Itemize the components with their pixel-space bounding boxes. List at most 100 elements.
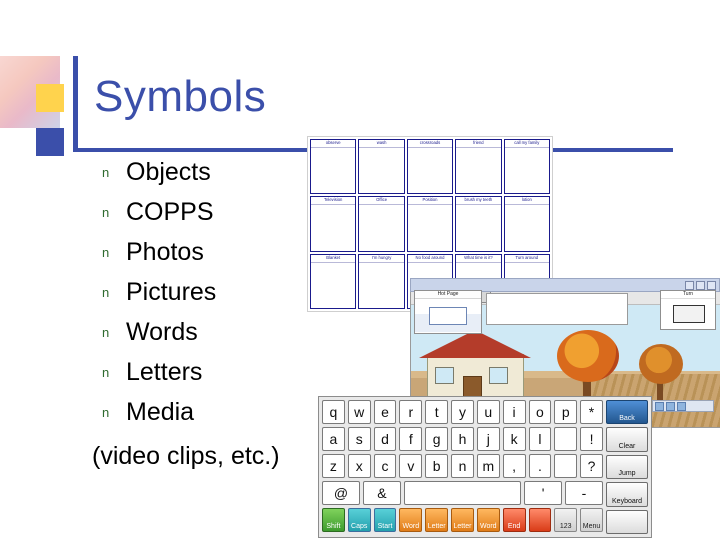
- list-item-label: Objects: [126, 158, 211, 186]
- taskbar-icon[interactable]: [666, 401, 675, 411]
- hot-page-card[interactable]: Hot Page: [414, 290, 482, 334]
- key-a[interactable]: a: [322, 427, 345, 451]
- turn-card-art: [661, 299, 715, 328]
- key-i[interactable]: i: [502, 400, 526, 424]
- key-exclamation[interactable]: !: [580, 427, 603, 451]
- caps-key[interactable]: Caps: [347, 508, 371, 532]
- key-blank[interactable]: [554, 454, 578, 478]
- symbol-card-caption: Turn around: [504, 254, 549, 263]
- keyboard-main-area: q w e r t y u i o p * a s d f g h j k l …: [319, 397, 606, 537]
- start-key[interactable]: Start: [373, 508, 397, 532]
- key-apostrophe[interactable]: ': [524, 481, 563, 505]
- key-l[interactable]: l: [528, 427, 552, 451]
- key-n[interactable]: n: [451, 454, 474, 478]
- key-k[interactable]: k: [502, 427, 526, 451]
- key-s[interactable]: s: [347, 427, 371, 451]
- key-r[interactable]: r: [399, 400, 423, 424]
- yellow-square-accent: [36, 84, 64, 112]
- extra-key[interactable]: [606, 509, 648, 535]
- menu-key[interactable]: Menu: [580, 508, 603, 532]
- key-hyphen[interactable]: -: [565, 481, 603, 505]
- vertical-rule: [73, 56, 78, 152]
- page-title: Symbols: [94, 72, 267, 121]
- key-space[interactable]: [403, 481, 522, 505]
- key-q[interactable]: q: [322, 400, 345, 424]
- key-c[interactable]: c: [373, 454, 397, 478]
- key-e[interactable]: e: [373, 400, 397, 424]
- shift-key[interactable]: Shift: [322, 508, 345, 532]
- list-item: n Letters: [100, 358, 430, 398]
- key-j[interactable]: j: [476, 427, 500, 451]
- symbol-card-art: [359, 262, 404, 308]
- onscreen-keyboard: q w e r t y u i o p * a s d f g h j k l …: [318, 396, 652, 538]
- key-period[interactable]: .: [528, 454, 552, 478]
- letter-back-key[interactable]: Letter: [425, 508, 449, 532]
- letter-forward-key[interactable]: Letter: [451, 508, 474, 532]
- bullet-marker-icon: n: [102, 365, 110, 380]
- jump-key[interactable]: Jump: [606, 454, 648, 480]
- bullet-marker-icon: n: [102, 325, 110, 340]
- bullet-marker-icon: n: [102, 285, 110, 300]
- clear-key[interactable]: Clear: [606, 427, 648, 452]
- key-z[interactable]: z: [322, 454, 345, 478]
- key-blank[interactable]: [554, 427, 578, 451]
- end-key[interactable]: End: [502, 508, 526, 532]
- symbol-card-caption: Office: [359, 197, 404, 206]
- key-u[interactable]: u: [476, 400, 500, 424]
- keyboard-row: z x c v b n m , . ?: [322, 454, 603, 478]
- blank-display-strip: [486, 293, 628, 325]
- turn-card[interactable]: Turn: [660, 290, 716, 330]
- taskbar-icon[interactable]: [677, 401, 686, 411]
- key-h[interactable]: h: [451, 427, 474, 451]
- word-back-key[interactable]: Word: [399, 508, 423, 532]
- subnote-text: (video clips, etc.): [92, 442, 280, 470]
- key-y[interactable]: y: [451, 400, 474, 424]
- blue-square-accent: [36, 128, 64, 156]
- symbol-card-caption: Blanket: [311, 254, 356, 263]
- key-m[interactable]: m: [476, 454, 500, 478]
- house-window-right: [489, 367, 508, 384]
- undo-icon-key[interactable]: [528, 508, 552, 532]
- symbol-card-caption: wash: [359, 140, 404, 148]
- overlay-close-icon[interactable]: [707, 280, 716, 290]
- symbol-card-caption: observe: [311, 140, 356, 148]
- house-roof: [419, 330, 531, 358]
- key-comma[interactable]: ,: [502, 454, 526, 478]
- symbol-card: observe: [310, 139, 357, 195]
- key-d[interactable]: d: [373, 427, 397, 451]
- symbol-card-caption: Position: [407, 197, 453, 206]
- keyboard-function-row: Shift Caps Start Word Letter Letter Word…: [322, 508, 603, 532]
- symbol-card-caption: I'm hungry: [359, 254, 404, 263]
- symbol-card-art: [504, 205, 549, 251]
- key-at[interactable]: @: [322, 481, 360, 505]
- key-o[interactable]: o: [528, 400, 552, 424]
- overlay-minimize-icon[interactable]: [685, 280, 694, 290]
- bullet-marker-icon: n: [102, 405, 110, 420]
- keyboard-key[interactable]: Keyboard: [606, 482, 648, 507]
- list-item-label: Photos: [126, 238, 204, 266]
- key-v[interactable]: v: [399, 454, 423, 478]
- symbol-card: Television: [310, 196, 357, 252]
- key-x[interactable]: x: [347, 454, 371, 478]
- second-tree-crown: [639, 344, 683, 384]
- symbol-card: brush my teeth: [455, 196, 502, 252]
- key-ampersand[interactable]: &: [362, 481, 401, 505]
- key-p[interactable]: p: [554, 400, 578, 424]
- key-question[interactable]: ?: [580, 454, 603, 478]
- numbers-key[interactable]: 123: [554, 508, 578, 532]
- taskbar-icon[interactable]: [655, 401, 664, 411]
- symbol-card-caption: Television: [311, 197, 356, 206]
- key-g[interactable]: g: [425, 427, 449, 451]
- overlay-maximize-icon[interactable]: [696, 280, 705, 290]
- key-w[interactable]: w: [347, 400, 371, 424]
- symbol-card: crossroads: [406, 139, 454, 195]
- symbol-card-art: [456, 205, 501, 251]
- word-forward-key[interactable]: Word: [476, 508, 500, 532]
- key-asterisk[interactable]: *: [580, 400, 603, 424]
- back-key[interactable]: Back: [606, 400, 648, 425]
- keyboard-row: q w e r t y u i o p *: [322, 400, 603, 424]
- keyboard-row: a s d f g h j k l !: [322, 427, 603, 451]
- key-t[interactable]: t: [425, 400, 449, 424]
- key-b[interactable]: b: [425, 454, 449, 478]
- key-f[interactable]: f: [399, 427, 423, 451]
